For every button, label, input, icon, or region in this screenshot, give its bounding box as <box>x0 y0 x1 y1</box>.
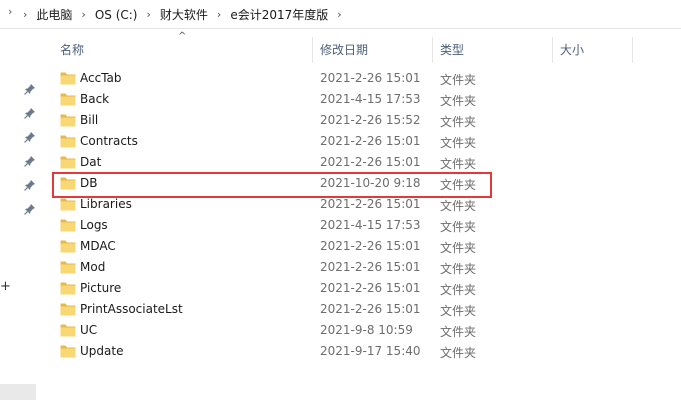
file-type: 文件夹 <box>440 325 477 339</box>
file-row[interactable]: Picture 2021-2-26 15:01 文件夹 <box>40 278 681 299</box>
file-type: 文件夹 <box>440 283 477 297</box>
column-name[interactable]: 名称 <box>60 41 84 58</box>
file-name: Picture <box>80 281 122 295</box>
file-modified-date: 2021-4-15 17:53 <box>320 218 421 232</box>
file-row[interactable]: Bill 2021-2-26 15:52 文件夹 <box>40 110 681 131</box>
pin-icon[interactable] <box>24 179 36 191</box>
breadcrumb-separator[interactable]: › <box>147 8 151 21</box>
file-modified-date: 2021-4-15 17:53 <box>320 92 421 106</box>
breadcrumb-item-ekuaiji[interactable]: e会计2017年度版 <box>230 6 328 23</box>
pin-icon[interactable] <box>24 83 36 95</box>
folder-icon <box>60 281 76 295</box>
file-row[interactable]: PrintAssociateLst 2021-2-26 15:01 文件夹 <box>40 299 681 320</box>
breadcrumb-item-this-pc[interactable]: 此电脑 <box>36 6 72 23</box>
file-modified-date: 2021-2-26 15:01 <box>320 260 421 274</box>
file-name: Bill <box>80 113 99 127</box>
file-modified-date: 2021-2-26 15:01 <box>320 239 421 253</box>
file-name: Logs <box>80 218 108 232</box>
breadcrumb-item-caida[interactable]: 财大软件 <box>160 6 208 23</box>
column-divider[interactable] <box>552 37 553 63</box>
folder-icon <box>60 344 76 358</box>
file-row[interactable]: Contracts 2021-2-26 15:01 文件夹 <box>40 131 681 152</box>
file-row[interactable]: Update 2021-9-17 15:40 文件夹 <box>40 341 681 362</box>
breadcrumb-item-os-drive[interactable]: OS (C:) <box>95 8 138 22</box>
expand-icon[interactable]: + <box>0 279 11 294</box>
folder-icon <box>60 197 76 211</box>
navigation-pane: + <box>0 29 40 400</box>
folder-icon <box>60 239 76 253</box>
file-modified-date: 2021-9-8 10:59 <box>320 323 413 337</box>
breadcrumb-separator[interactable]: › <box>337 8 341 21</box>
folder-icon <box>60 260 76 274</box>
column-divider[interactable] <box>432 37 433 63</box>
pin-icon[interactable] <box>24 203 36 215</box>
sort-up-icon: ^ <box>178 31 187 42</box>
column-header: ^ 名称 修改日期 类型 大小 <box>40 29 681 63</box>
file-type: 文件夹 <box>440 220 477 234</box>
column-divider[interactable] <box>632 37 633 63</box>
nav-scrollbar[interactable] <box>0 384 36 400</box>
breadcrumb: › › 此电脑 › OS (C:) › 财大软件 › e会计2017年度版 › <box>0 0 681 29</box>
folder-icon <box>60 113 76 127</box>
pin-icon[interactable] <box>24 155 36 167</box>
breadcrumb-separator[interactable]: › <box>23 8 27 21</box>
file-name: PrintAssociateLst <box>80 302 183 316</box>
file-row[interactable]: Mod 2021-2-26 15:01 文件夹 <box>40 257 681 278</box>
file-type: 文件夹 <box>440 199 477 213</box>
folder-icon <box>60 92 76 106</box>
file-modified-date: 2021-2-26 15:01 <box>320 281 421 295</box>
column-type[interactable]: 类型 <box>440 41 464 58</box>
file-name: Contracts <box>80 134 138 148</box>
file-row[interactable]: AccTab 2021-2-26 15:01 文件夹 <box>40 68 681 89</box>
file-type: 文件夹 <box>440 157 477 171</box>
folder-icon <box>60 302 76 316</box>
file-row[interactable]: MDAC 2021-2-26 15:01 文件夹 <box>40 236 681 257</box>
file-type: 文件夹 <box>440 241 477 255</box>
file-row[interactable]: Logs 2021-4-15 17:53 文件夹 <box>40 215 681 236</box>
file-type: 文件夹 <box>440 73 477 87</box>
breadcrumb-separator[interactable]: › <box>81 8 85 21</box>
file-type: 文件夹 <box>440 136 477 150</box>
file-name: AccTab <box>80 71 122 85</box>
file-row[interactable]: Back 2021-4-15 17:53 文件夹 <box>40 89 681 110</box>
folder-icon <box>60 218 76 232</box>
column-modified[interactable]: 修改日期 <box>320 41 368 58</box>
file-name: UC <box>80 323 98 337</box>
file-modified-date: 2021-2-26 15:52 <box>320 113 421 127</box>
file-name: MDAC <box>80 239 116 253</box>
file-type: 文件夹 <box>440 262 477 276</box>
file-row[interactable]: UC 2021-9-8 10:59 文件夹 <box>40 320 681 341</box>
file-row[interactable]: Dat 2021-2-26 15:01 文件夹 <box>40 152 681 173</box>
folder-icon <box>60 155 76 169</box>
chevron-right-icon[interactable]: › <box>8 5 12 18</box>
file-modified-date: 2021-2-26 15:01 <box>320 197 421 211</box>
file-name: Libraries <box>80 197 132 211</box>
highlight-box <box>52 172 492 198</box>
pin-icon[interactable] <box>24 107 36 119</box>
file-modified-date: 2021-2-26 15:01 <box>320 134 421 148</box>
file-type: 文件夹 <box>440 304 477 318</box>
column-size[interactable]: 大小 <box>560 41 584 58</box>
file-type: 文件夹 <box>440 346 477 360</box>
file-name: Back <box>80 92 110 106</box>
folder-icon <box>60 323 76 337</box>
file-modified-date: 2021-2-26 15:01 <box>320 71 421 85</box>
file-name: Update <box>80 344 124 358</box>
file-modified-date: 2021-9-17 15:40 <box>320 344 421 358</box>
file-name: Mod <box>80 260 106 274</box>
file-modified-date: 2021-2-26 15:01 <box>320 155 421 169</box>
folder-icon <box>60 134 76 148</box>
file-type: 文件夹 <box>440 94 477 108</box>
file-type: 文件夹 <box>440 115 477 129</box>
breadcrumb-separator[interactable]: › <box>217 8 221 21</box>
column-divider[interactable] <box>312 37 313 63</box>
file-modified-date: 2021-2-26 15:01 <box>320 302 421 316</box>
file-name: Dat <box>80 155 102 169</box>
folder-icon <box>60 71 76 85</box>
pin-icon[interactable] <box>24 131 36 143</box>
